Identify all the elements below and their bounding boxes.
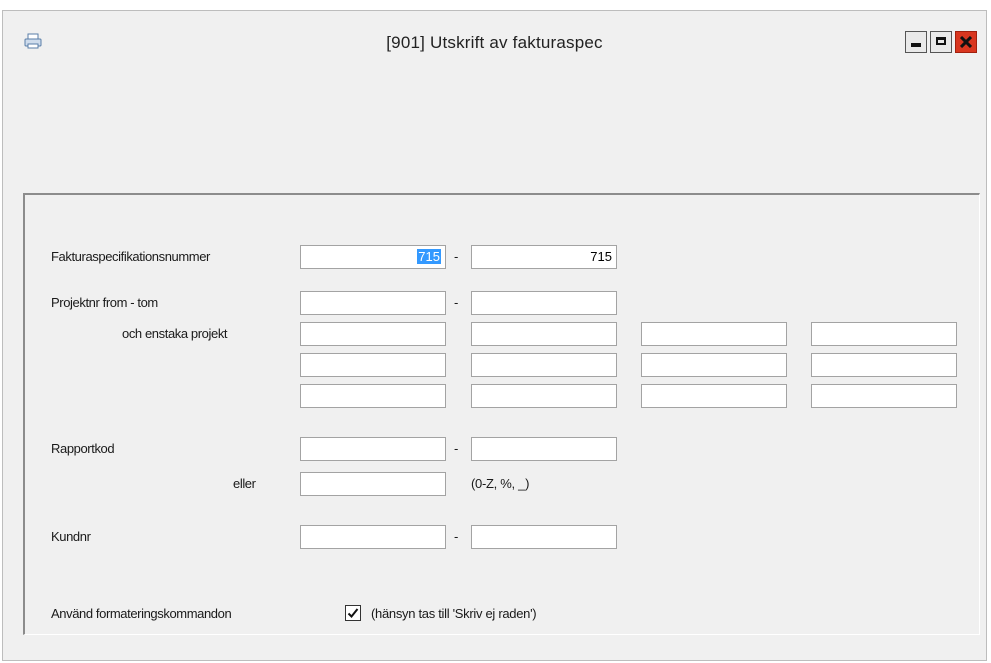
- use-formatting-checkbox[interactable]: [345, 605, 361, 621]
- single-project-field[interactable]: [471, 353, 617, 377]
- invoice-spec-from-field[interactable]: 715: [300, 245, 446, 269]
- single-project-field[interactable]: [300, 384, 446, 408]
- pattern-hint: (0-Z, %, _): [471, 476, 530, 491]
- single-projects-label: och enstaka projekt: [122, 326, 228, 341]
- range-separator: -: [454, 529, 459, 544]
- customer-from-field[interactable]: [300, 525, 446, 549]
- single-project-field[interactable]: [811, 384, 957, 408]
- range-separator: -: [454, 441, 459, 456]
- maximize-icon: [936, 37, 946, 45]
- title-bar[interactable]: [901] Utskrift av fakturaspec: [3, 11, 986, 77]
- single-project-field[interactable]: [811, 353, 957, 377]
- print-invoice-spec-window: [901] Utskrift av fakturaspec Fakturaspe…: [2, 10, 987, 661]
- range-separator: -: [454, 249, 459, 264]
- minimize-icon: [911, 43, 921, 47]
- use-formatting-label: Använd formateringskommandon: [51, 606, 232, 621]
- project-to-field[interactable]: [471, 291, 617, 315]
- invoice-spec-to-field[interactable]: 715: [471, 245, 617, 269]
- single-project-field[interactable]: [471, 384, 617, 408]
- customer-to-field[interactable]: [471, 525, 617, 549]
- single-project-field[interactable]: [300, 322, 446, 346]
- close-button[interactable]: [955, 31, 977, 53]
- single-project-field[interactable]: [471, 322, 617, 346]
- window-title: [901] Utskrift av fakturaspec: [386, 33, 603, 52]
- formatting-hint: (hänsyn tas till 'Skriv ej raden'): [371, 606, 537, 621]
- invoice-spec-from-value: 715: [417, 249, 441, 264]
- invoice-spec-number-label: Fakturaspecifikationsnummer: [51, 249, 210, 264]
- minimize-button[interactable]: [905, 31, 927, 53]
- report-code-from-field[interactable]: [300, 437, 446, 461]
- single-project-field[interactable]: [641, 384, 787, 408]
- report-code-to-field[interactable]: [471, 437, 617, 461]
- single-project-field[interactable]: [811, 322, 957, 346]
- customer-number-label: Kundnr: [51, 529, 91, 544]
- close-icon: [960, 36, 972, 48]
- range-separator: -: [454, 295, 459, 310]
- report-code-label: Rapportkod: [51, 441, 115, 456]
- project-range-label: Projektnr from - tom: [51, 295, 158, 310]
- window-controls: [905, 31, 977, 53]
- or-label: eller: [233, 476, 256, 491]
- maximize-button[interactable]: [930, 31, 952, 53]
- report-code-pattern-field[interactable]: [300, 472, 446, 496]
- checkmark-icon: [347, 608, 359, 618]
- project-from-field[interactable]: [300, 291, 446, 315]
- single-project-field[interactable]: [641, 322, 787, 346]
- criteria-groupbox: Fakturaspecifikationsnummer 715 - 715 Pr…: [23, 193, 980, 635]
- single-project-field[interactable]: [300, 353, 446, 377]
- single-project-field[interactable]: [641, 353, 787, 377]
